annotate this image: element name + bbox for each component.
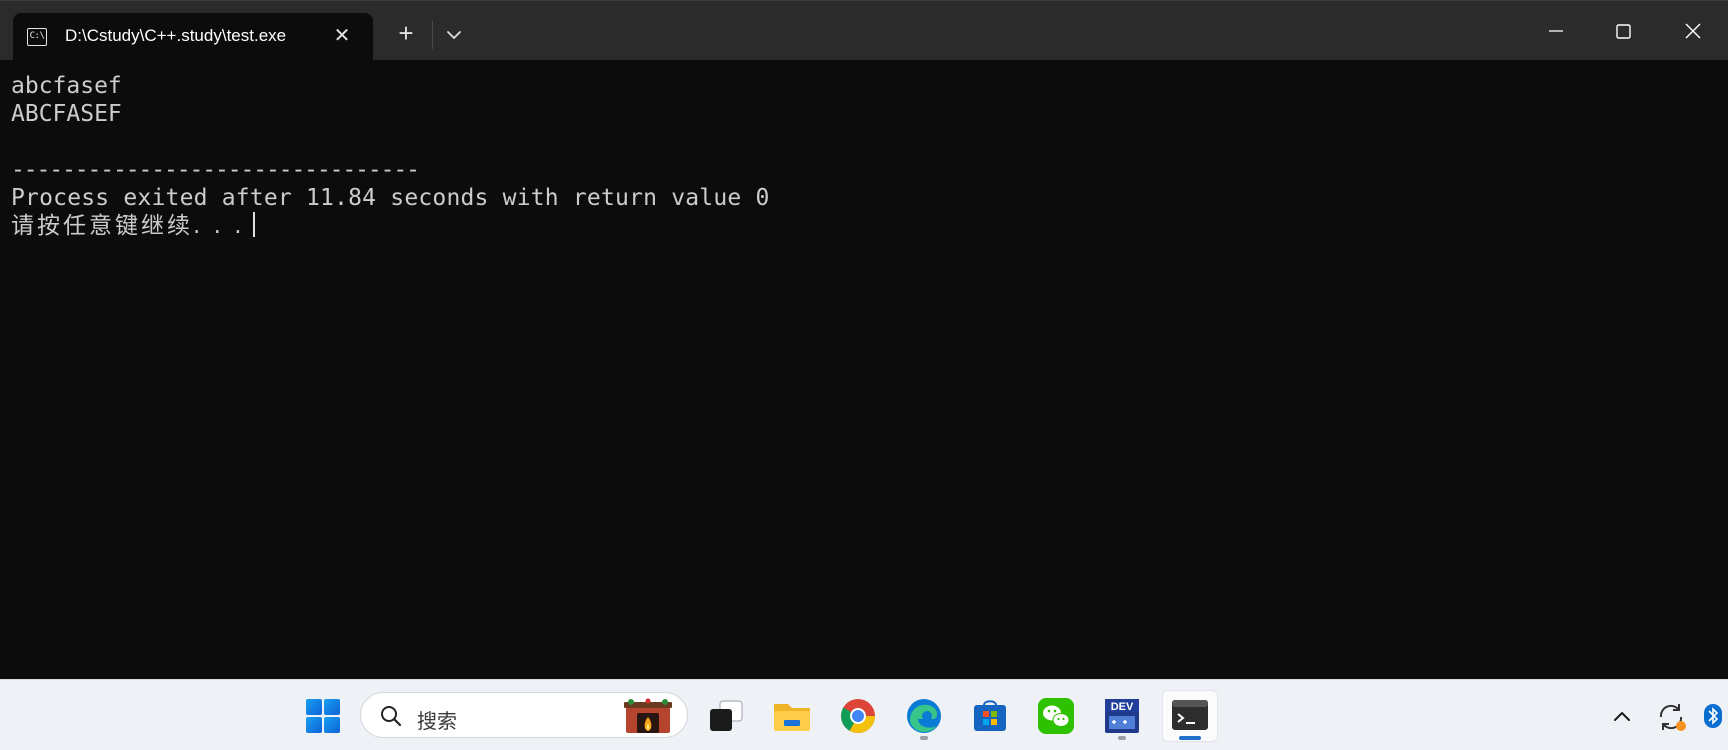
- terminal-line: ABCFASEF: [11, 101, 122, 127]
- maximize-icon: [1616, 24, 1631, 39]
- search-icon: [381, 706, 402, 727]
- search-placeholder: 搜索: [417, 711, 457, 733]
- edge-button[interactable]: [898, 690, 950, 742]
- dev-cpp-button[interactable]: DEV: [1096, 690, 1148, 742]
- terminal-button[interactable]: [1162, 690, 1218, 742]
- wechat-icon: [1038, 698, 1074, 734]
- terminal-line: abcfasef: [11, 73, 122, 99]
- tab-dropdown-button[interactable]: [440, 21, 468, 49]
- terminal-output[interactable]: abcfasef ABCFASEF ----------------------…: [0, 60, 1728, 679]
- wechat-button[interactable]: [1030, 690, 1082, 742]
- minimize-icon: [1549, 30, 1563, 32]
- start-button[interactable]: [297, 690, 349, 742]
- edge-icon: [907, 699, 941, 733]
- terminal-prompt-line: 请按任意键继续. . .: [11, 213, 245, 239]
- bluetooth-icon: [1704, 704, 1722, 728]
- close-icon: [1685, 23, 1701, 39]
- running-indicator: [920, 736, 928, 740]
- folder-icon: [774, 704, 810, 731]
- chrome-icon: [841, 699, 875, 733]
- taskbar: 搜索 DEV: [0, 679, 1728, 750]
- file-explorer-button[interactable]: [766, 690, 818, 742]
- windows-logo-icon: [306, 699, 340, 733]
- minimize-button[interactable]: [1532, 11, 1578, 51]
- text-cursor: [253, 212, 255, 237]
- close-window-button[interactable]: [1670, 11, 1716, 51]
- task-view-icon: [710, 700, 743, 731]
- store-button[interactable]: [964, 690, 1016, 742]
- chevron-down-icon: [447, 31, 461, 39]
- task-view-button[interactable]: [700, 690, 752, 742]
- new-tab-button[interactable]: +: [392, 19, 420, 47]
- terminal-icon: [1172, 700, 1208, 730]
- dev-cpp-icon: DEV: [1105, 699, 1139, 733]
- show-hidden-icons-button[interactable]: [1598, 690, 1646, 742]
- sync-status-button[interactable]: [1648, 690, 1694, 742]
- title-bar: C:\ D:\Cstudy\C++.study\test.exe ✕ +: [0, 0, 1728, 61]
- console-app-icon: C:\: [27, 28, 47, 46]
- terminal-line: Process exited after 11.84 seconds with …: [11, 185, 770, 211]
- bluetooth-button[interactable]: [1700, 690, 1728, 742]
- active-indicator: [1179, 736, 1201, 740]
- chrome-button[interactable]: [832, 690, 884, 742]
- tab-title: D:\Cstudy\C++.study\test.exe: [65, 26, 287, 45]
- maximize-button[interactable]: [1600, 11, 1646, 51]
- chevron-up-icon: [1614, 712, 1630, 721]
- store-icon: [974, 700, 1006, 731]
- taskbar-search-box[interactable]: 搜索: [360, 692, 688, 738]
- fireplace-icon: [624, 698, 672, 733]
- running-indicator: [1118, 736, 1126, 740]
- tab-separator: [432, 21, 433, 49]
- terminal-tab[interactable]: C:\ D:\Cstudy\C++.study\test.exe ✕: [13, 13, 373, 61]
- terminal-separator-line: --------------------------------: [11, 157, 420, 183]
- sync-icon: [1659, 704, 1686, 731]
- dev-label: DEV: [1111, 701, 1134, 713]
- close-tab-button[interactable]: ✕: [329, 23, 355, 49]
